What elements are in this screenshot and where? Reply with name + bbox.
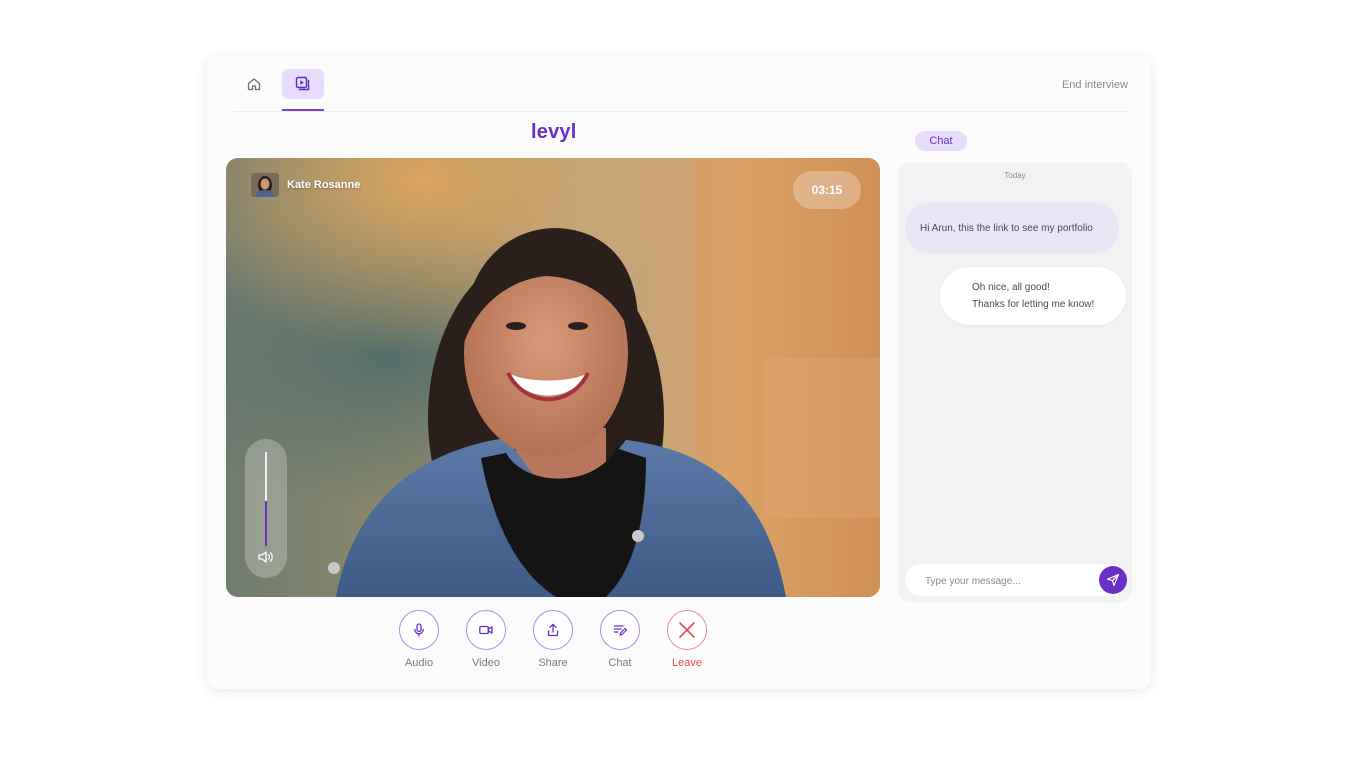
share-upload-icon (547, 623, 559, 637)
share-button-circle[interactable] (533, 610, 573, 650)
chat-button[interactable]: Chat (598, 610, 642, 669)
video-button[interactable]: Video (464, 610, 508, 669)
call-timer: 03:15 (793, 171, 861, 209)
audio-label: Audio (404, 657, 434, 669)
outgoing-message: Oh nice, all good! Thanks for letting me… (940, 267, 1126, 325)
send-button[interactable] (1099, 566, 1127, 594)
video-button-circle[interactable] (466, 610, 506, 650)
chat-panel: Today Hi Arun, this the link to see my p… (898, 162, 1132, 602)
speaker-icon (258, 551, 273, 563)
chat-tab[interactable]: Chat (915, 131, 967, 151)
volume-slider[interactable] (245, 439, 287, 578)
chat-label: Chat (608, 657, 632, 669)
message-text: Hi Arun, this the link to see my portfol… (920, 222, 1093, 234)
video-label: Video (472, 657, 500, 669)
volume-level (265, 501, 267, 546)
send-icon (1106, 573, 1120, 587)
participant-label: Kate Rosanne (251, 173, 360, 197)
microphone-icon (414, 623, 424, 637)
chat-edit-icon (613, 625, 628, 636)
incoming-message: Hi Arun, this the link to see my portfol… (905, 203, 1119, 253)
date-separator: Today (1004, 171, 1026, 180)
home-icon (247, 78, 261, 91)
video-feed: Kate Rosanne 03:15 (226, 158, 880, 597)
levyl-logo: levyl (531, 121, 577, 143)
message-text-line-2: Thanks for letting me know! (972, 299, 1095, 310)
video-library-icon (295, 76, 310, 91)
avatar (251, 173, 279, 197)
leave-label: Leave (672, 657, 702, 669)
video-camera-icon (479, 625, 493, 635)
share-button[interactable]: Share (531, 610, 575, 669)
leave-button[interactable]: Leave (665, 610, 709, 669)
message-text-line-1: Oh nice, all good! (972, 282, 1050, 293)
close-icon (679, 622, 695, 638)
audio-button[interactable]: Audio (397, 610, 441, 669)
video-nav-button[interactable] (282, 69, 324, 99)
participant-name: Kate Rosanne (287, 179, 361, 191)
audio-button-circle[interactable] (399, 610, 439, 650)
leave-button-circle[interactable] (667, 610, 707, 650)
message-composer (905, 564, 1127, 598)
active-tab-indicator (282, 109, 324, 111)
home-button[interactable] (233, 69, 275, 99)
message-input[interactable] (923, 564, 1097, 598)
call-controls: Audio Video Share Chat Leave (397, 610, 717, 670)
participant-video-frame (226, 158, 880, 597)
top-navigation: End interview (233, 55, 1128, 112)
end-interview-link[interactable]: End interview (1062, 79, 1128, 91)
interview-window: End interview levyl Kate Rosanne 03:15 A… (207, 55, 1151, 689)
chat-button-circle[interactable] (600, 610, 640, 650)
share-label: Share (538, 657, 568, 669)
